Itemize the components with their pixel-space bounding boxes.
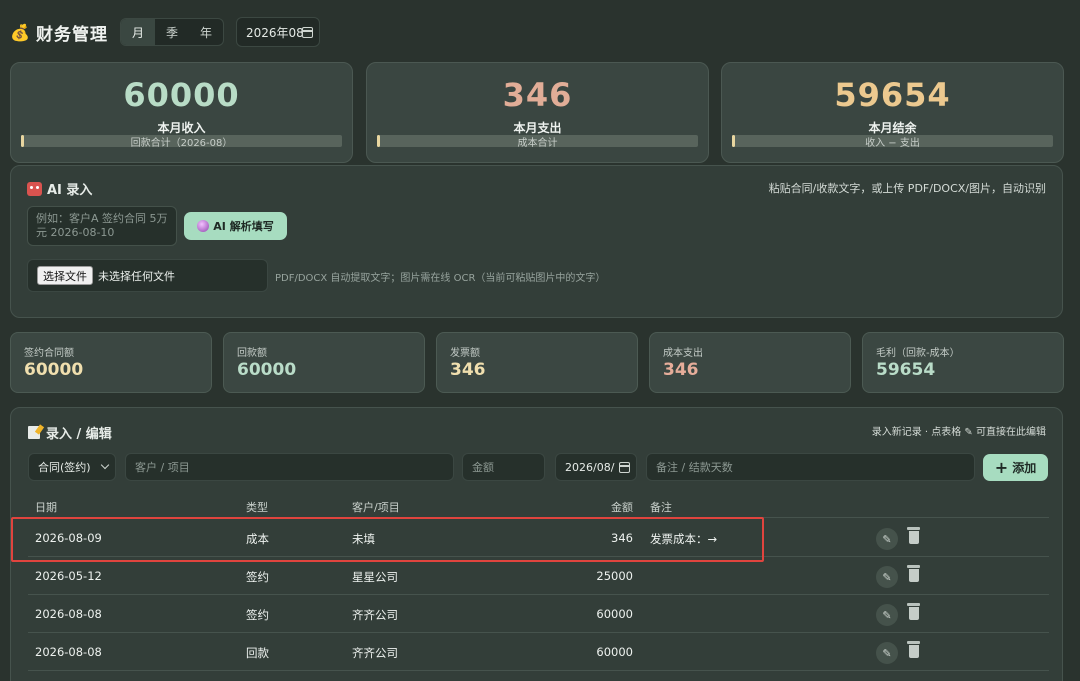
cell-amount: 60000 xyxy=(596,607,633,621)
highlight-box xyxy=(11,517,764,562)
stat-label: 成本支出 xyxy=(663,348,703,359)
cell-amount: 25000 xyxy=(596,569,633,583)
tab-year[interactable]: 年 xyxy=(189,19,223,45)
edit-icon[interactable]: ✎ xyxy=(876,528,898,550)
entry-panel-title-text: 录入 / 编辑 xyxy=(46,427,112,442)
month-picker[interactable]: 2026年08 xyxy=(236,17,320,47)
cell-date: 2026-08-08 xyxy=(35,607,102,621)
stat-card-contract: 签约合同额 60000 xyxy=(10,332,212,393)
ai-panel-title-text: AI 录入 xyxy=(47,183,93,198)
tab-month[interactable]: 月 xyxy=(121,19,155,45)
table-row[interactable]: 2026-08-08 签约 齐齐公司 60000 ✎ xyxy=(28,595,1049,633)
cell-date: 2026-05-12 xyxy=(35,569,102,583)
file-status: 未选择任何文件 xyxy=(98,269,175,283)
stat-value: 60000 xyxy=(237,360,297,380)
note-input[interactable]: 备注 / 结款天数 xyxy=(646,453,975,481)
choose-file-button[interactable]: 选择文件 xyxy=(37,266,93,285)
plus-icon: + xyxy=(994,457,1009,477)
chevron-down-icon xyxy=(100,460,110,470)
stat-label: 签约合同额 xyxy=(24,348,74,359)
kpi-value: 346 xyxy=(502,76,573,114)
cell-amount: 60000 xyxy=(596,645,633,659)
money-bag-icon: 💰 xyxy=(10,22,30,42)
edit-icon[interactable]: ✎ xyxy=(876,642,898,664)
column-header-note: 备注 xyxy=(650,501,672,514)
trash-icon[interactable] xyxy=(907,565,920,582)
brand: 💰 财务管理 xyxy=(10,20,108,45)
tab-quarter[interactable]: 季 xyxy=(155,19,189,45)
stat-value: 346 xyxy=(450,360,486,380)
date-input-value: 2026/08/ xyxy=(565,460,615,474)
cell-client: 星星公司 xyxy=(352,570,398,584)
stat-label: 回款额 xyxy=(237,348,267,359)
ai-entry-panel: AI 录入 粘贴合同/收款文字，或上传 PDF/DOCX/图片，自动识别 例如：… xyxy=(10,165,1063,318)
trash-icon[interactable] xyxy=(907,603,920,620)
trash-icon[interactable] xyxy=(907,641,920,658)
cell-type: 签约 xyxy=(246,570,269,584)
stat-card-collection: 回款额 60000 xyxy=(223,332,425,393)
kpi-value: 60000 xyxy=(123,76,240,114)
trash-icon[interactable] xyxy=(907,527,920,544)
edit-icon[interactable]: ✎ xyxy=(876,604,898,626)
ai-text-input[interactable]: 例如：客户A 签约合同 5万元 2026-08-10 xyxy=(27,206,177,246)
table-row[interactable]: 2026-05-12 签约 星星公司 25000 ✎ xyxy=(28,557,1049,595)
cell-client: 齐齐公司 xyxy=(352,646,398,660)
table-row[interactable]: 2026-08-08 回款 齐齐公司 60000 ✎ xyxy=(28,633,1049,671)
amount-input[interactable]: 金额 xyxy=(462,453,545,481)
kpi-card-expense: 346 本月支出 成本合计 xyxy=(366,62,709,163)
stat-label: 毛利（回款-成本） xyxy=(876,348,960,359)
add-button[interactable]: + 添加 xyxy=(983,454,1048,481)
type-select-value: 合同(签约) xyxy=(38,461,91,474)
month-picker-value: 2026年08 xyxy=(246,25,304,40)
ai-panel-title: AI 录入 xyxy=(27,179,92,198)
entry-panel-title: 录入 / 编辑 xyxy=(28,423,112,442)
file-upload-hint: PDF/DOCX 自动提取文字；图片需在线 OCR（当前可粘贴图片中的文字） xyxy=(275,273,606,284)
stat-card-profit: 毛利（回款-成本） 59654 xyxy=(862,332,1064,393)
stat-value: 60000 xyxy=(24,360,84,380)
robot-icon xyxy=(27,181,42,196)
date-input[interactable]: 2026/08/ xyxy=(555,453,637,481)
kpi-subtitle: 成本合计 xyxy=(517,138,558,149)
cell-date: 2026-08-08 xyxy=(35,645,102,659)
edit-icon[interactable]: ✎ xyxy=(876,566,898,588)
calendar-icon[interactable] xyxy=(302,27,313,38)
kpi-card-balance: 59654 本月结余 收入 − 支出 xyxy=(721,62,1064,163)
ai-parse-button-label: AI 解析填写 xyxy=(213,220,274,233)
add-button-label: 添加 xyxy=(1012,461,1037,475)
kpi-subtitle: 收入 − 支出 xyxy=(865,138,920,149)
column-header-date: 日期 xyxy=(35,501,57,514)
stat-card-cost: 成本支出 346 xyxy=(649,332,851,393)
column-header-client: 客户/项目 xyxy=(352,501,400,514)
file-upload: 选择文件 未选择任何文件 xyxy=(27,259,268,292)
stat-value: 59654 xyxy=(876,360,936,380)
kpi-card-income: 60000 本月收入 回款合计（2026-08） xyxy=(10,62,353,163)
stat-card-invoice: 发票额 346 xyxy=(436,332,638,393)
crystal-ball-icon xyxy=(197,220,210,232)
app-title: 财务管理 xyxy=(36,24,108,45)
header: 💰 财务管理 月 季 年 2026年08 xyxy=(10,16,320,48)
table-header: 日期 类型 客户/项目 金额 备注 xyxy=(28,494,1049,518)
entry-panel-hint: 录入新记录 · 点表格 ✎ 可直接在此编辑 xyxy=(871,427,1046,438)
stat-label: 发票额 xyxy=(450,348,480,359)
ai-panel-hint: 粘贴合同/收款文字，或上传 PDF/DOCX/图片，自动识别 xyxy=(768,182,1046,195)
memo-icon xyxy=(28,426,40,439)
kpi-value: 59654 xyxy=(834,76,951,114)
cell-type: 回款 xyxy=(246,646,269,660)
period-switcher: 月 季 年 xyxy=(120,18,224,46)
column-header-type: 类型 xyxy=(246,501,268,514)
column-header-amount: 金额 xyxy=(611,501,633,514)
client-input[interactable]: 客户 / 项目 xyxy=(125,453,454,481)
kpi-subtitle: 回款合计（2026-08） xyxy=(130,138,233,149)
ai-parse-button[interactable]: AI 解析填写 xyxy=(184,212,287,240)
stat-value: 346 xyxy=(663,360,699,380)
cell-client: 齐齐公司 xyxy=(352,608,398,622)
calendar-icon[interactable] xyxy=(619,462,630,473)
cell-type: 签约 xyxy=(246,608,269,622)
type-select[interactable]: 合同(签约) xyxy=(28,453,116,481)
